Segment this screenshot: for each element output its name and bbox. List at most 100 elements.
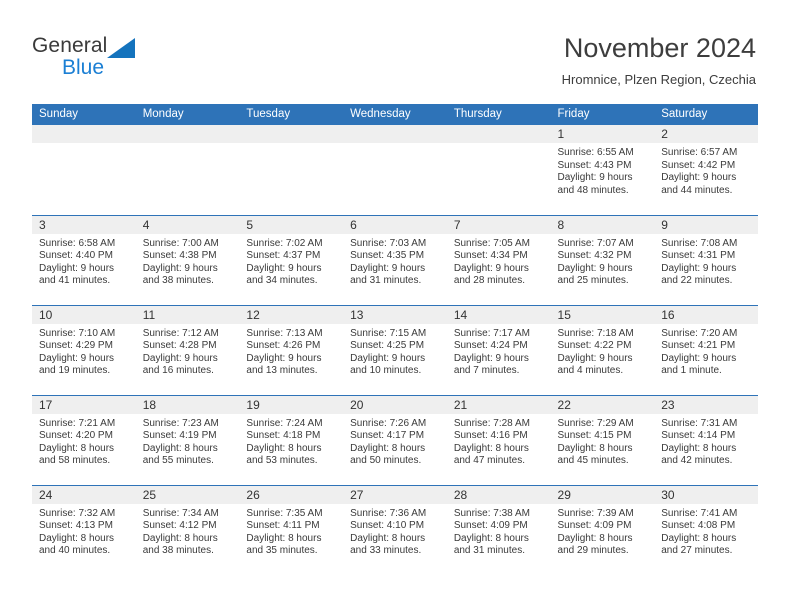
calendar-day-cell[interactable]: 4 Sunrise: 7:00 AM Sunset: 4:38 PM Daylight… (135, 214, 240, 305)
calendar-day-cell[interactable]: 28 Sunrise: 7:38 AM Sunset: 4:09 PM Dayligh… (446, 484, 551, 575)
sunrise-time: Sunrise: 7:29 AM (557, 417, 634, 429)
day-number: 14 (446, 305, 551, 324)
calendar-day-cell[interactable]: 23 Sunrise: 7:31 AM Sunset: 4:14 PM Dayligh… (654, 394, 758, 485)
sunset-time: Sunset: 4:14 PM (661, 430, 736, 442)
sunset-time: Sunset: 4:40 PM (39, 250, 113, 262)
calendar-day-cell[interactable]: 30 Sunrise: 7:41 AM Sunset: 4:08 PM Dayligh… (654, 484, 758, 575)
sunrise-time: Sunrise: 7:31 AM (661, 417, 738, 429)
day-sun-info: Sunrise: 7:21 AM Sunset: 4:20 PM Daylight:… (32, 414, 136, 468)
sunrise-time: Sunrise: 7:15 AM (350, 327, 427, 339)
daylight-duration-line1: Daylight: 8 hours (557, 532, 633, 544)
calendar-day-cell[interactable]: 16 Sunrise: 7:20 AM Sunset: 4:21 PM Dayligh… (654, 304, 758, 395)
calendar-day-cell[interactable]: 5 Sunrise: 7:02 AM Sunset: 4:37 PM Daylight… (239, 214, 344, 305)
day-number: 8 (550, 215, 655, 234)
daylight-duration-line2: and 4 minutes. (557, 365, 624, 377)
day-sun-info: Sunrise: 7:15 AM Sunset: 4:25 PM Daylight:… (343, 324, 447, 378)
calendar-day-cell[interactable]: 26 Sunrise: 7:35 AM Sunset: 4:11 PM Dayligh… (239, 484, 344, 575)
sunrise-time: Sunrise: 7:08 AM (661, 237, 738, 249)
calendar-day-cell[interactable]: 9 Sunrise: 7:08 AM Sunset: 4:31 PM Daylight… (654, 214, 758, 305)
sunset-time: Sunset: 4:21 PM (661, 340, 736, 352)
day-sun-info: Sunrise: 7:39 AM Sunset: 4:09 PM Daylight:… (551, 504, 655, 558)
sunset-time: Sunset: 4:38 PM (142, 250, 217, 262)
calendar-day-cell[interactable]: 7 Sunrise: 7:05 AM Sunset: 4:34 PM Daylight… (446, 214, 551, 305)
day-number: 3 (32, 215, 136, 234)
calendar-grid: Sunday Monday Tuesday Wednesday Thursday… (32, 104, 758, 575)
daylight-duration-line2: and 48 minutes. (557, 184, 629, 196)
daylight-duration-line1: Daylight: 9 hours (39, 262, 115, 274)
calendar-day-cell[interactable]: 19 Sunrise: 7:24 AM Sunset: 4:18 PM Dayligh… (239, 394, 344, 485)
calendar-day-cell[interactable]: 21 Sunrise: 7:28 AM Sunset: 4:16 PM Dayligh… (446, 394, 551, 485)
day-number: 11 (135, 305, 240, 324)
daylight-duration-line2: and 40 minutes. (39, 545, 111, 557)
calendar-day-cell[interactable]: 27 Sunrise: 7:36 AM Sunset: 4:10 PM Dayligh… (343, 484, 447, 575)
daylight-duration-line1: Daylight: 9 hours (350, 352, 426, 364)
daylight-duration-line1: Daylight: 9 hours (557, 352, 633, 364)
title-block: November 2024 Hromnice, Plzen Region, Cz… (562, 32, 756, 90)
calendar-day-cell[interactable]: 17 Sunrise: 7:21 AM Sunset: 4:20 PM Dayligh… (32, 394, 136, 485)
calendar-day-cell[interactable]: 13 Sunrise: 7:15 AM Sunset: 4:25 PM Dayligh… (343, 304, 447, 395)
calendar-day-cell[interactable]: 10 Sunrise: 7:10 AM Sunset: 4:29 PM Dayligh… (32, 304, 136, 395)
sunrise-time: Sunrise: 7:38 AM (453, 507, 530, 519)
sunrise-time: Sunrise: 7:35 AM (246, 507, 323, 519)
day-number (135, 125, 240, 143)
sunrise-time: Sunrise: 7:24 AM (246, 417, 323, 429)
day-sun-info: Sunrise: 6:57 AM Sunset: 4:42 PM Daylight:… (654, 143, 758, 197)
day-number (343, 125, 447, 143)
daylight-duration-line1: Daylight: 9 hours (557, 172, 633, 184)
weekday-header-friday: Friday (550, 104, 655, 125)
calendar-day-cell-empty (239, 125, 344, 215)
sunset-time: Sunset: 4:17 PM (350, 430, 425, 442)
calendar-body: 1 Sunrise: 6:55 AM Sunset: 4:43 PM Daylight… (32, 125, 758, 575)
sunset-time: Sunset: 4:13 PM (39, 520, 113, 532)
day-number: 24 (32, 485, 136, 504)
sunrise-time: Sunrise: 7:10 AM (39, 327, 116, 339)
calendar-day-cell[interactable]: 25 Sunrise: 7:34 AM Sunset: 4:12 PM Dayligh… (135, 484, 240, 575)
day-sun-info: Sunrise: 7:24 AM Sunset: 4:18 PM Daylight:… (239, 414, 343, 468)
calendar-day-cell[interactable]: 29 Sunrise: 7:39 AM Sunset: 4:09 PM Dayligh… (550, 484, 655, 575)
sunrise-time: Sunrise: 7:05 AM (453, 237, 530, 249)
calendar-day-cell[interactable]: 12 Sunrise: 7:13 AM Sunset: 4:26 PM Dayligh… (239, 304, 344, 395)
calendar-week-row: 10 Sunrise: 7:10 AM Sunset: 4:29 PM Dayligh… (32, 304, 758, 395)
calendar-day-cell[interactable]: 11 Sunrise: 7:12 AM Sunset: 4:28 PM Dayligh… (135, 304, 240, 395)
day-sun-info: Sunrise: 7:07 AM Sunset: 4:32 PM Daylight:… (551, 234, 655, 288)
calendar-day-cell[interactable]: 22 Sunrise: 7:29 AM Sunset: 4:15 PM Dayligh… (550, 394, 655, 485)
calendar-day-cell[interactable]: 2 Sunrise: 6:57 AM Sunset: 4:42 PM Daylight… (654, 125, 758, 215)
calendar-day-cell[interactable]: 20 Sunrise: 7:26 AM Sunset: 4:17 PM Dayligh… (343, 394, 447, 485)
calendar-day-cell[interactable]: 6 Sunrise: 7:03 AM Sunset: 4:35 PM Daylight… (343, 214, 447, 305)
sunrise-time: Sunrise: 7:17 AM (453, 327, 530, 339)
calendar-day-cell-empty (135, 125, 240, 215)
day-sun-info: Sunrise: 7:18 AM Sunset: 4:22 PM Daylight:… (551, 324, 655, 378)
day-sun-info: Sunrise: 7:31 AM Sunset: 4:14 PM Daylight:… (654, 414, 758, 468)
calendar-day-cell[interactable]: 18 Sunrise: 7:23 AM Sunset: 4:19 PM Dayligh… (135, 394, 240, 485)
brand-logo[interactable]: General Blue (32, 34, 212, 90)
calendar-head: Sunday Monday Tuesday Wednesday Thursday… (32, 104, 758, 125)
weekday-header-monday: Monday (135, 104, 240, 125)
calendar-day-cell[interactable]: 15 Sunrise: 7:18 AM Sunset: 4:22 PM Dayligh… (550, 304, 655, 395)
calendar-day-cell[interactable]: 14 Sunrise: 7:17 AM Sunset: 4:24 PM Dayligh… (446, 304, 551, 395)
sunset-time: Sunset: 4:25 PM (350, 340, 425, 352)
daylight-duration-line2: and 38 minutes. (142, 275, 214, 287)
sunset-time: Sunset: 4:20 PM (39, 430, 113, 442)
daylight-duration-line2: and 16 minutes. (142, 365, 214, 377)
day-sun-info: Sunrise: 7:02 AM Sunset: 4:37 PM Daylight:… (239, 234, 343, 288)
sunrise-time: Sunrise: 7:34 AM (142, 507, 219, 519)
calendar-day-cell[interactable]: 1 Sunrise: 6:55 AM Sunset: 4:43 PM Daylight… (550, 125, 655, 215)
calendar-day-cell[interactable]: 24 Sunrise: 7:32 AM Sunset: 4:13 PM Dayligh… (32, 484, 136, 575)
sunrise-time: Sunrise: 7:23 AM (142, 417, 219, 429)
page-header: General Blue November 2024 Hromnice, Plz… (0, 0, 792, 100)
calendar-day-cell[interactable]: 8 Sunrise: 7:07 AM Sunset: 4:32 PM Daylight… (550, 214, 655, 305)
calendar-day-cell[interactable]: 3 Sunrise: 6:58 AM Sunset: 4:40 PM Daylight… (32, 214, 136, 305)
daylight-duration-line1: Daylight: 8 hours (453, 532, 529, 544)
sunset-time: Sunset: 4:08 PM (661, 520, 736, 532)
daylight-duration-line1: Daylight: 8 hours (661, 532, 737, 544)
brand-name-general: General (32, 34, 108, 57)
daylight-duration-line1: Daylight: 8 hours (39, 532, 115, 544)
sunset-time: Sunset: 4:09 PM (557, 520, 632, 532)
day-sun-info: Sunrise: 6:55 AM Sunset: 4:43 PM Daylight:… (551, 143, 655, 197)
daylight-duration-line1: Daylight: 9 hours (453, 352, 529, 364)
daylight-duration-line2: and 53 minutes. (246, 455, 318, 467)
daylight-duration-line1: Daylight: 9 hours (142, 352, 218, 364)
sunset-time: Sunset: 4:31 PM (661, 250, 736, 262)
daylight-duration-line1: Daylight: 8 hours (350, 442, 426, 454)
daylight-duration-line2: and 55 minutes. (142, 455, 214, 467)
